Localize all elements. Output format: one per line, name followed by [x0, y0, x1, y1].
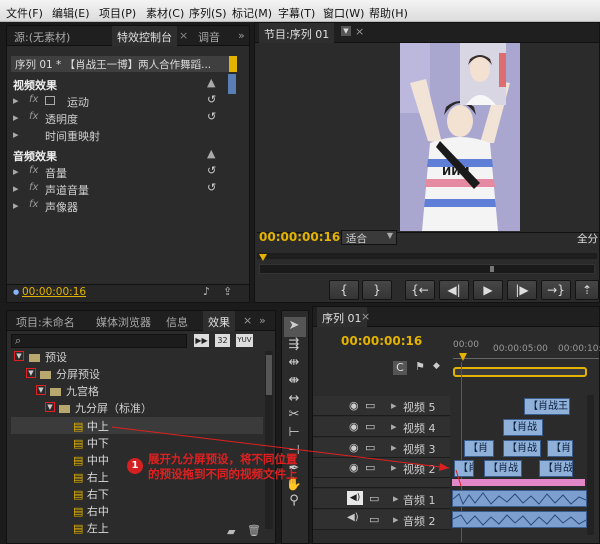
- step-number-badge: 1: [127, 458, 143, 474]
- annotation-line-1: 展开九分屏预设，将不同位置: [148, 452, 298, 466]
- annotation-line-2: 的预设拖到不同的视频文件上: [148, 467, 298, 481]
- annotation-arrows: [111, 426, 462, 487]
